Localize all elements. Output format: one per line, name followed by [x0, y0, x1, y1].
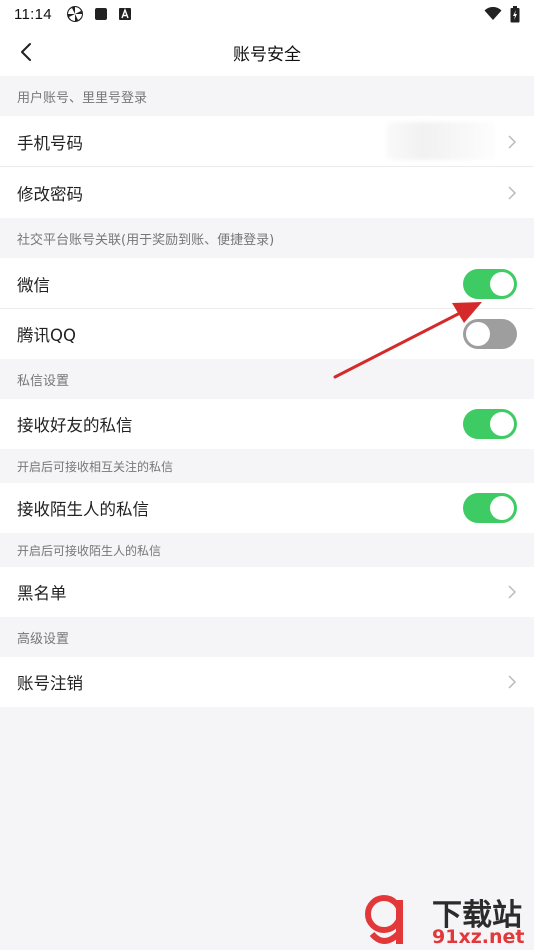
- row-qq: 腾讯QQ: [0, 309, 534, 359]
- row-label-qq: 腾讯QQ: [17, 326, 76, 345]
- nav-bar: 账号安全: [0, 28, 534, 76]
- section-header-login: 用户账号、里里号登录: [0, 76, 534, 116]
- chevron-right-icon: [508, 585, 517, 599]
- friends-pm-toggle[interactable]: [463, 409, 517, 439]
- page-title: 账号安全: [233, 44, 301, 65]
- row-strangers-pm: 接收陌生人的私信: [0, 483, 534, 533]
- note-friends-pm: 开启后可接收相互关注的私信: [0, 449, 534, 483]
- section-header-pm: 私信设置: [0, 359, 534, 399]
- toggle-knob: [490, 271, 514, 296]
- row-label-account-cancel: 账号注销: [17, 674, 83, 693]
- section-header-social: 社交平台账号关联(用于奖励到账、便捷登录): [0, 218, 534, 258]
- section-header-advanced: 高级设置: [0, 617, 534, 657]
- battery-icon: [510, 5, 520, 22]
- chevron-right-icon: [508, 134, 517, 149]
- row-blacklist[interactable]: 黑名单: [0, 567, 534, 617]
- chevron-right-icon: [508, 675, 517, 689]
- back-chevron-icon: [21, 43, 31, 61]
- a-badge-icon: [118, 8, 131, 20]
- row-phone-number[interactable]: 手机号码: [0, 116, 534, 167]
- toggle-knob: [466, 322, 490, 346]
- toggle-knob: [490, 412, 514, 436]
- pinwheel-icon: [66, 6, 83, 22]
- row-label-password: 修改密码: [17, 184, 83, 204]
- phone-value-blurred: [386, 122, 496, 160]
- status-time: 11:14: [14, 5, 52, 23]
- row-account-cancel[interactable]: 账号注销: [0, 657, 534, 707]
- watermark-logo-icon: [365, 895, 403, 944]
- note-strangers-pm: 开启后可接收陌生人的私信: [0, 533, 534, 567]
- row-wechat: 微信: [0, 258, 534, 309]
- wechat-toggle[interactable]: [463, 268, 517, 299]
- back-button[interactable]: [14, 40, 38, 64]
- watermark: 下载站 91xz.net: [362, 890, 534, 950]
- watermark-url: 91xz.net: [432, 926, 525, 948]
- chevron-right-icon: [508, 185, 517, 200]
- status-bar: 11:14: [0, 0, 534, 28]
- status-right-icons: [484, 5, 520, 23]
- toggle-knob: [490, 496, 514, 520]
- row-label-wechat: 微信: [17, 275, 50, 295]
- wifi-icon: [484, 7, 502, 20]
- qq-toggle[interactable]: [463, 319, 517, 349]
- square-icon: [94, 8, 107, 20]
- row-label-friends-pm: 接收好友的私信: [17, 416, 133, 435]
- status-left-icons: [66, 5, 132, 23]
- strangers-pm-toggle[interactable]: [463, 493, 517, 523]
- row-label-strangers-pm: 接收陌生人的私信: [17, 500, 149, 519]
- row-label-blacklist: 黑名单: [17, 584, 67, 603]
- row-change-password[interactable]: 修改密码: [0, 167, 534, 218]
- row-friends-pm: 接收好友的私信: [0, 399, 534, 449]
